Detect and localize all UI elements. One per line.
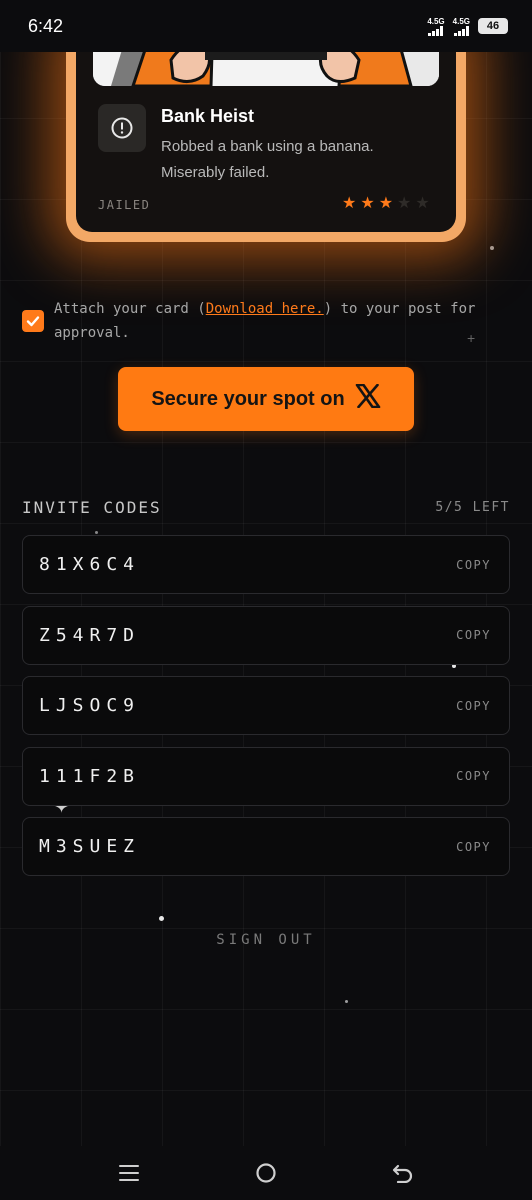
- x-logo-icon: [355, 383, 381, 414]
- status-time: 6:42: [28, 15, 64, 36]
- invite-code-row: M3SUEZ COPY: [22, 817, 510, 876]
- star-dot: [345, 1000, 348, 1003]
- star-dot: [490, 246, 494, 250]
- invite-code: 111F2B: [39, 765, 141, 787]
- copy-button[interactable]: COPY: [456, 699, 491, 713]
- invite-codes-title: INVITE CODES: [22, 498, 162, 517]
- invite-code-list: 81X6C4 COPY Z54R7D COPY LJSOC9 COPY 111F…: [22, 535, 510, 888]
- star-filled-icon: ★: [378, 195, 394, 212]
- star-filled-icon: ★: [342, 195, 357, 212]
- sign-out-button[interactable]: SIGN OUT: [0, 932, 532, 948]
- system-nav-bar: [0, 1146, 532, 1200]
- invite-code-row: Z54R7D COPY: [22, 605, 510, 665]
- status-bar: 6:42 4.5G 4.5G 46: [0, 0, 532, 52]
- secure-spot-label: Secure your spot on: [151, 387, 345, 410]
- attach-text-before: Attach your card (: [54, 301, 206, 317]
- invite-code: Z54R7D: [39, 624, 141, 646]
- star-empty-icon: ★: [397, 195, 412, 212]
- battery-icon: 46: [478, 18, 508, 34]
- invite-code: M3SUEZ: [39, 836, 141, 857]
- signal-icon: 4.5G: [453, 17, 470, 36]
- attach-checkbox[interactable]: [22, 310, 44, 332]
- copy-button[interactable]: COPY: [456, 840, 491, 854]
- card-title: Bank Heist: [161, 106, 255, 126]
- attach-text: Attach your card (Download here.) to you…: [54, 297, 514, 345]
- star-filled-icon: ★: [360, 195, 375, 212]
- signal-label: 4.5G: [452, 16, 470, 26]
- alert-icon: [98, 104, 146, 152]
- invite-code-row: 111F2B COPY: [22, 746, 510, 806]
- signal-icon: 4.5G: [427, 16, 445, 36]
- star-empty-icon: ★: [415, 195, 430, 212]
- download-link[interactable]: Download here.: [206, 301, 324, 317]
- card-description: Robbed a bank using a banana. Miserably …: [161, 138, 374, 181]
- copy-button[interactable]: COPY: [456, 769, 491, 783]
- circle-home-icon[interactable]: [246, 1153, 286, 1193]
- invite-codes-remaining: 5/5 LEFT: [435, 500, 510, 515]
- rating-stars: ★ ★ ★ ★ ★: [342, 196, 430, 212]
- copy-button[interactable]: COPY: [456, 628, 491, 642]
- back-arrow-icon[interactable]: [383, 1153, 423, 1193]
- invite-code-row: 81X6C4 COPY: [22, 535, 510, 594]
- invite-code-row: LJSOC9 COPY: [22, 676, 510, 735]
- status-icons: 4.5G 4.5G 46: [427, 17, 508, 36]
- card-status: JAILED: [98, 198, 151, 212]
- secure-spot-button[interactable]: Secure your spot on: [118, 367, 414, 431]
- copy-button[interactable]: COPY: [456, 558, 491, 572]
- signal-label: 4.5G: [427, 16, 445, 26]
- menu-icon[interactable]: [109, 1153, 149, 1193]
- invite-code: LJSOC9: [39, 695, 141, 716]
- star-dot: [95, 531, 98, 534]
- star-dot: [159, 916, 164, 921]
- invite-code: 81X6C4: [39, 554, 141, 575]
